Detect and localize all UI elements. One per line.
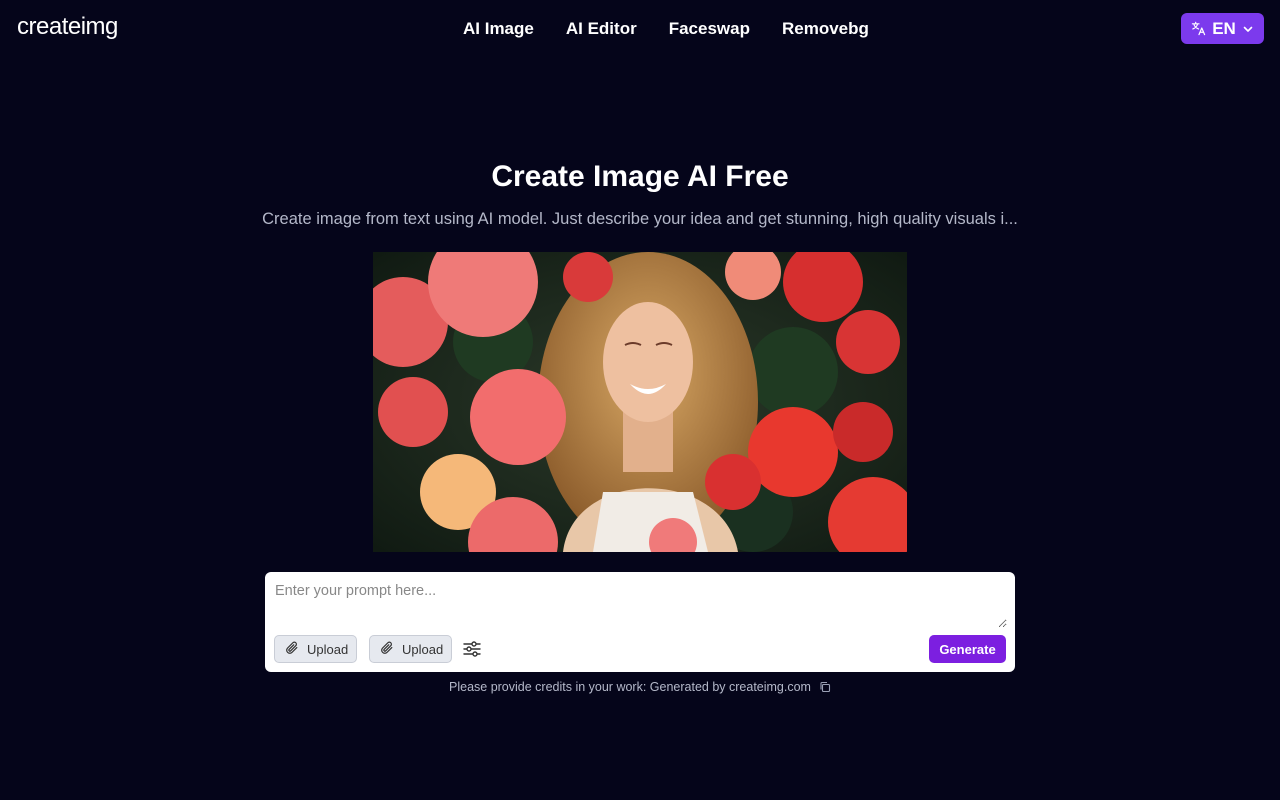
copy-icon[interactable] — [819, 681, 831, 693]
settings-sliders-icon[interactable] — [463, 641, 481, 662]
upload-button[interactable]: Upload — [274, 635, 357, 663]
chevron-down-icon — [1242, 23, 1254, 35]
language-selector[interactable]: EN — [1181, 13, 1264, 44]
nav-links: AI Image AI Editor Faceswap Removebg — [463, 19, 869, 39]
page-subtitle: Create image from text using AI model. J… — [262, 210, 1018, 228]
credit-line: Please provide credits in your work: Gen… — [0, 680, 1280, 694]
nav-link-removebg[interactable]: Removebg — [782, 19, 869, 39]
upload-label: Upload — [402, 641, 444, 657]
paperclip-icon — [380, 641, 394, 658]
nav-link-faceswap[interactable]: Faceswap — [669, 19, 750, 39]
hero-image — [373, 252, 907, 552]
nav-link-ai-image[interactable]: AI Image — [463, 19, 534, 39]
prompt-input[interactable] — [273, 580, 1007, 628]
logo[interactable]: createimg — [17, 13, 118, 41]
top-nav: createimg AI Image AI Editor Faceswap Re… — [0, 0, 1280, 56]
generate-button[interactable]: Generate — [929, 635, 1006, 663]
nav-link-ai-editor[interactable]: AI Editor — [566, 19, 637, 39]
paperclip-icon — [285, 641, 299, 658]
page-title: Create Image AI Free — [491, 160, 789, 193]
upload-label: Upload — [307, 641, 349, 657]
credit-text: Please provide credits in your work: Gen… — [449, 680, 811, 694]
prompt-panel: Upload Upload Generate — [265, 572, 1015, 672]
language-code: EN — [1212, 18, 1236, 38]
upload-button-secondary[interactable]: Upload — [369, 635, 452, 663]
translate-icon — [1191, 21, 1206, 36]
